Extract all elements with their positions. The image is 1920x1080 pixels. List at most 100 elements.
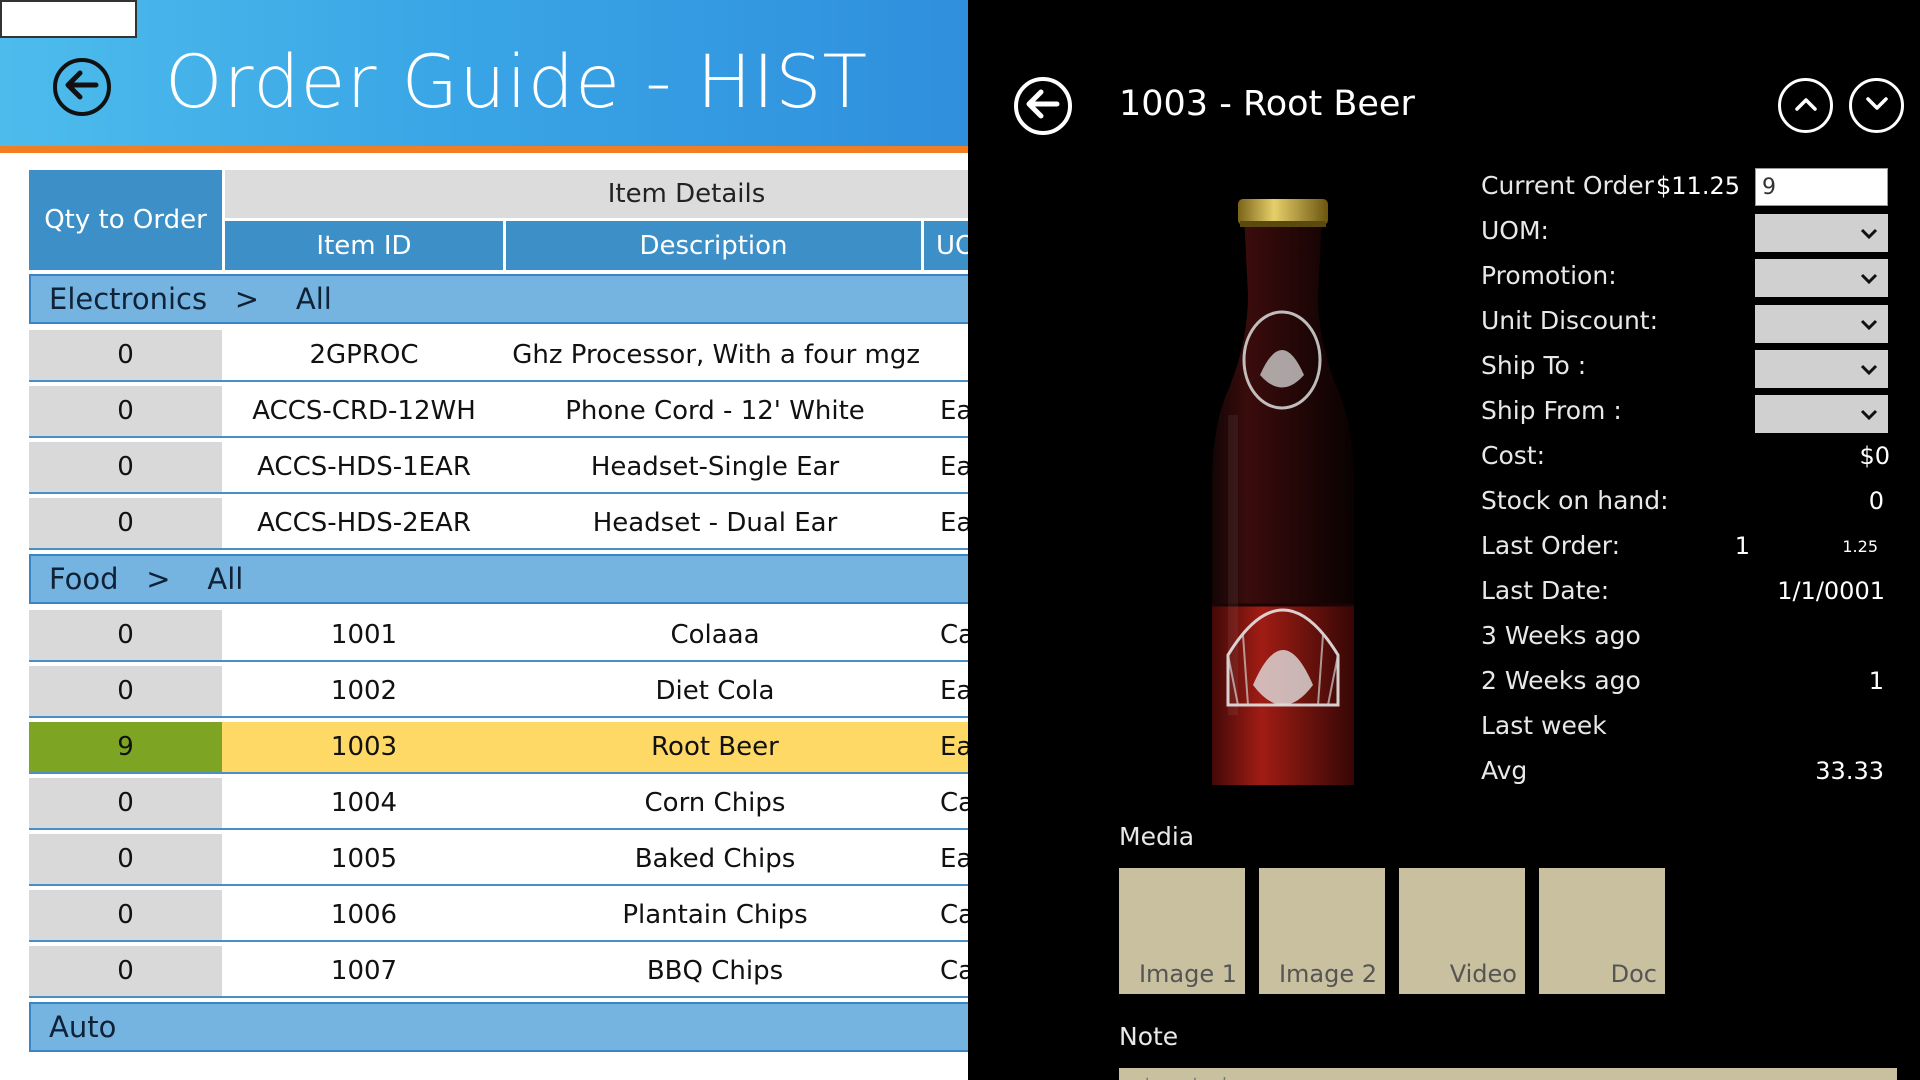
table-row[interactable]: 0 1001 Colaaa Ca xyxy=(29,610,968,662)
note-label: Note xyxy=(1119,1022,1179,1051)
cost-value: $0 xyxy=(1859,442,1890,470)
current-order-qty-input[interactable] xyxy=(1755,168,1888,206)
description-cell: BBQ Chips xyxy=(506,946,924,996)
uom-cell: Ca xyxy=(924,890,968,940)
two-weeks-ago-label: 2 Weeks ago xyxy=(1481,666,1641,695)
next-item-button[interactable] xyxy=(1849,78,1904,133)
column-header-uom[interactable]: UOM xyxy=(924,221,968,270)
chevron-down-icon xyxy=(1860,224,1878,243)
item-id-cell: ACCS-CRD-12WH xyxy=(222,386,506,436)
promotion-select[interactable] xyxy=(1755,259,1888,297)
description-cell: Corn Chips xyxy=(506,778,924,828)
last-order-qty: 1 xyxy=(1734,532,1750,560)
uom-cell: Ea xyxy=(924,498,968,548)
chevron-down-icon xyxy=(1860,405,1878,424)
table-row[interactable]: 0 1002 Diet Cola Ea xyxy=(29,666,968,718)
note-input[interactable] xyxy=(1119,1068,1897,1080)
group-header-row[interactable]: Auto xyxy=(29,1002,968,1052)
qty-cell[interactable]: 0 xyxy=(29,946,222,996)
uom-select[interactable] xyxy=(1755,214,1888,252)
uom-cell: Ca xyxy=(924,946,968,996)
last-date-label: Last Date: xyxy=(1481,576,1610,605)
media-tile-video[interactable]: Video xyxy=(1399,868,1525,994)
uom-cell: Ea xyxy=(924,442,968,492)
description-cell: Root Beer xyxy=(506,722,924,772)
item-detail-pane: 1003 - Root Beer Current Order $11.25 9 … xyxy=(968,0,1920,1080)
last-order-label: Last Order: xyxy=(1481,531,1621,560)
table-row[interactable]: 0 1007 BBQ Chips Ca xyxy=(29,946,968,998)
table-row[interactable]: 0 1006 Plantain Chips Ca xyxy=(29,890,968,942)
table-row[interactable]: 0 2GPROC 2 Ghz Processor, With a four mgz … xyxy=(29,330,968,382)
uom-cell: Ea xyxy=(924,722,968,772)
description-cell: Headset - Dual Ear xyxy=(506,498,924,548)
qty-cell[interactable]: 0 xyxy=(29,442,222,492)
item-id-cell: ACCS-HDS-1EAR xyxy=(222,442,506,492)
qty-cell[interactable]: 0 xyxy=(29,890,222,940)
three-weeks-ago-label: 3 Weeks ago xyxy=(1481,621,1641,650)
qty-cell[interactable]: 0 xyxy=(29,610,222,660)
avg-value: 33.33 xyxy=(1815,757,1884,785)
description-cell: 2 Ghz Processor, With a four mgz c xyxy=(506,330,924,380)
arrow-left-icon xyxy=(1026,89,1060,123)
product-image xyxy=(1168,185,1398,795)
detail-back-button[interactable] xyxy=(1014,77,1072,135)
last-week-label: Last week xyxy=(1481,711,1607,740)
current-order-amount: $11.25 xyxy=(1656,172,1740,200)
description-cell: Phone Cord - 12' White xyxy=(506,386,924,436)
table-row[interactable]: 0 1005 Baked Chips Ea xyxy=(29,834,968,886)
uom-cell: Ea xyxy=(924,834,968,884)
item-id-cell: 1006 xyxy=(222,890,506,940)
item-details-header: Item Details xyxy=(225,170,968,218)
uom-label: UOM: xyxy=(1481,216,1549,245)
ship-to-select[interactable] xyxy=(1755,350,1888,388)
page-title: Order Guide - HIST xyxy=(165,40,869,125)
media-tile-image-1[interactable]: Image 1 xyxy=(1119,868,1245,994)
group-header-row[interactable]: Electronics > All xyxy=(29,274,968,324)
table-row[interactable]: 0 1004 Corn Chips Ca xyxy=(29,778,968,830)
qty-to-order-header[interactable]: Qty to Order xyxy=(29,170,222,270)
ship-from-label: Ship From : xyxy=(1481,396,1622,425)
window-caption-box xyxy=(0,0,137,38)
avg-label: Avg xyxy=(1481,756,1528,785)
description-cell: Headset-Single Ear xyxy=(506,442,924,492)
stock-on-hand-value: 0 xyxy=(1868,487,1884,515)
group-header-row[interactable]: Food > All xyxy=(29,554,968,604)
column-header-description[interactable]: Description xyxy=(506,221,921,270)
table-row[interactable]: 0 ACCS-HDS-2EAR Headset - Dual Ear Ea xyxy=(29,498,968,550)
qty-cell[interactable]: 0 xyxy=(29,666,222,716)
previous-item-button[interactable] xyxy=(1778,78,1833,133)
qty-cell[interactable]: 0 xyxy=(29,498,222,548)
item-id-cell: 1007 xyxy=(222,946,506,996)
uom-cell: Ca xyxy=(924,778,968,828)
qty-cell[interactable]: 0 xyxy=(29,330,222,380)
uom-cell: Ea xyxy=(924,386,968,436)
last-order-price: 1.25 xyxy=(1842,537,1878,556)
chevron-down-icon xyxy=(1860,269,1878,288)
item-id-cell: ACCS-HDS-2EAR xyxy=(222,498,506,548)
uom-cell: Ca xyxy=(924,610,968,660)
unit-discount-label: Unit Discount: xyxy=(1481,306,1659,335)
item-id-cell: 1002 xyxy=(222,666,506,716)
promotion-label: Promotion: xyxy=(1481,261,1617,290)
media-tile-doc[interactable]: Doc xyxy=(1539,868,1665,994)
column-header-item-id[interactable]: Item ID xyxy=(225,221,503,270)
qty-cell[interactable]: 0 xyxy=(29,778,222,828)
unit-discount-select[interactable] xyxy=(1755,305,1888,343)
qty-cell[interactable]: 9 xyxy=(29,722,222,772)
cost-label: Cost: xyxy=(1481,441,1546,470)
stock-on-hand-label: Stock on hand: xyxy=(1481,486,1669,515)
qty-cell[interactable]: 0 xyxy=(29,834,222,884)
uom-cell xyxy=(924,330,968,380)
media-tile-image-2[interactable]: Image 2 xyxy=(1259,868,1385,994)
arrow-left-icon xyxy=(65,70,99,104)
ship-from-select[interactable] xyxy=(1755,395,1888,433)
last-date-value: 1/1/0001 xyxy=(1777,577,1885,605)
back-button[interactable] xyxy=(53,58,111,116)
description-cell: Colaaa xyxy=(506,610,924,660)
table-row-selected[interactable]: 9 1003 Root Beer Ea xyxy=(29,722,968,774)
table-row[interactable]: 0 ACCS-CRD-12WH Phone Cord - 12' White Ea xyxy=(29,386,968,438)
description-cell: Diet Cola xyxy=(506,666,924,716)
item-title: 1003 - Root Beer xyxy=(1119,84,1415,124)
qty-cell[interactable]: 0 xyxy=(29,386,222,436)
table-row[interactable]: 0 ACCS-HDS-1EAR Headset-Single Ear Ea xyxy=(29,442,968,494)
